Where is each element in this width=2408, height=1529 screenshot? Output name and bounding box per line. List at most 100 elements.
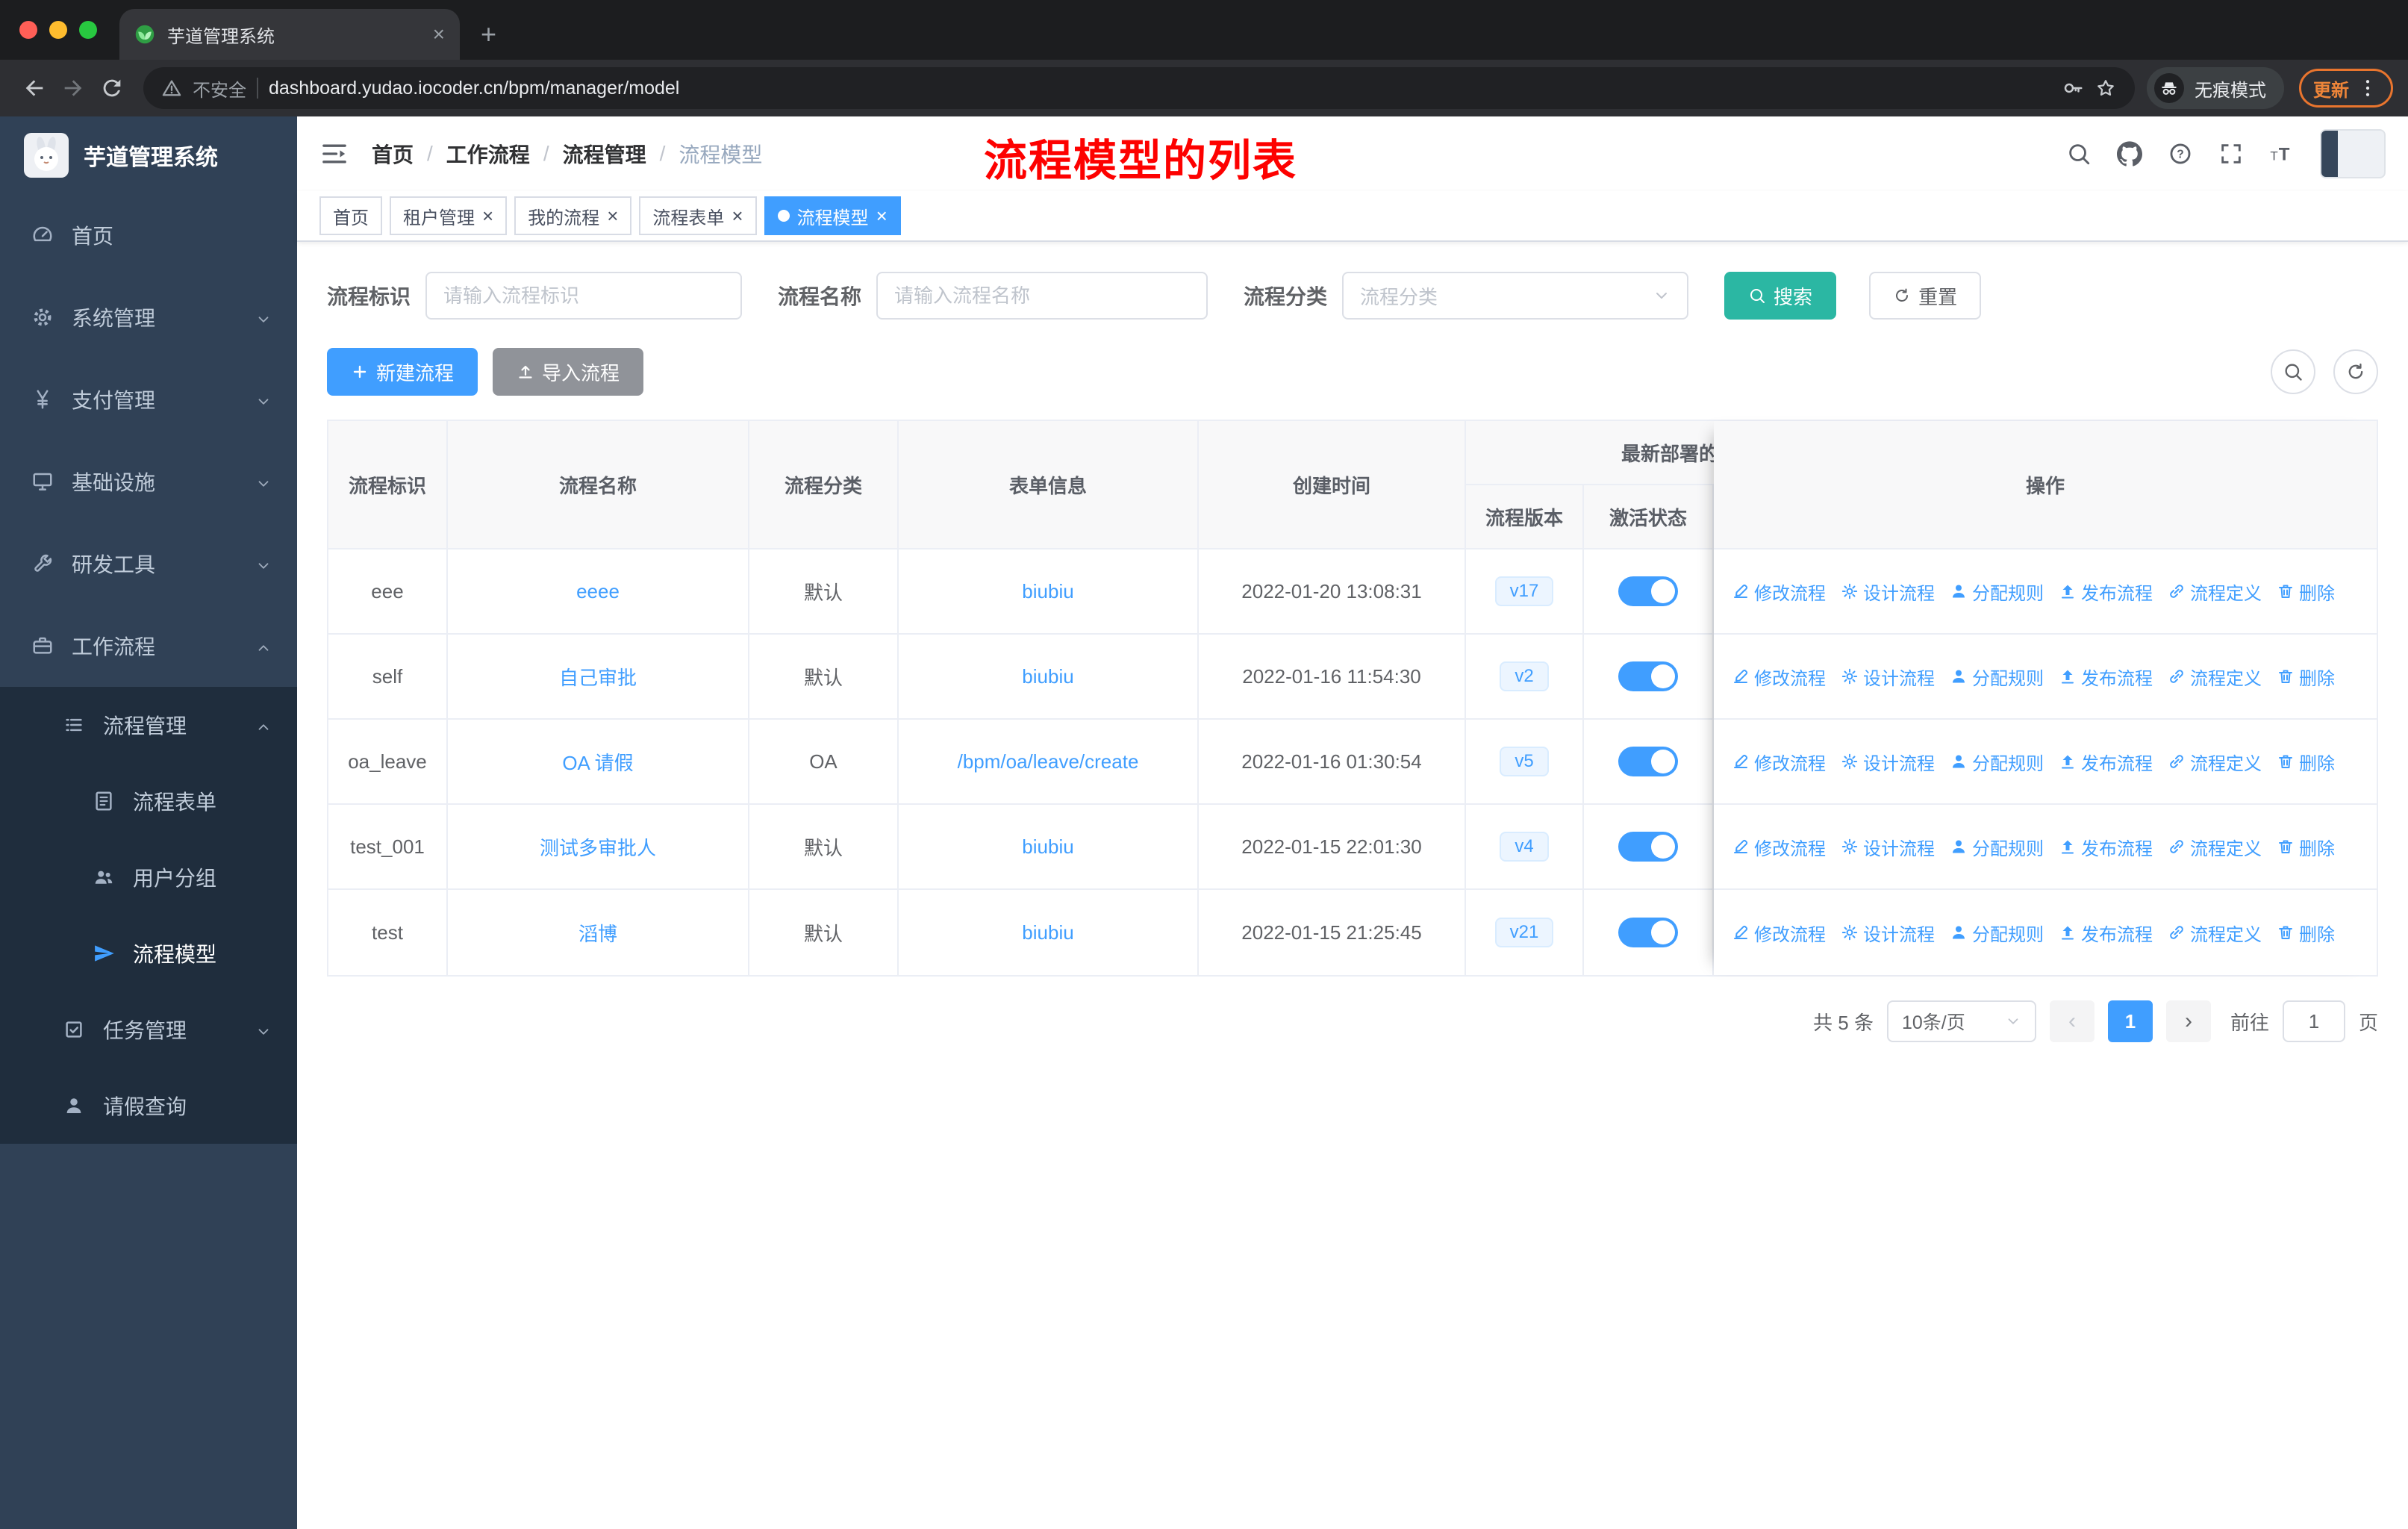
sidebar-item[interactable]: 请假查询 (0, 1068, 297, 1144)
form-link[interactable]: biubiu (1022, 580, 1073, 603)
tag-item[interactable]: 流程模型 × (764, 196, 901, 235)
create-process-button[interactable]: 新建流程 (327, 348, 478, 396)
category-select[interactable]: 流程分类 (1342, 272, 1689, 320)
action-design[interactable]: 设计流程 (1841, 664, 1935, 690)
active-toggle[interactable] (1618, 918, 1678, 947)
refresh-table-button[interactable] (2333, 349, 2378, 394)
action-assign[interactable]: 分配规则 (1950, 664, 2044, 690)
action-publish[interactable]: 发布流程 (2059, 920, 2153, 946)
reload-button[interactable] (93, 69, 131, 108)
sidebar-item[interactable]: 支付管理 (0, 358, 297, 440)
action-delete[interactable]: 删除 (2277, 664, 2335, 690)
help-icon[interactable]: ? (2168, 141, 2193, 166)
sidebar-toggle-button[interactable] (319, 139, 349, 169)
action-edit[interactable]: 修改流程 (1732, 579, 1826, 605)
tag-close-icon[interactable]: × (876, 206, 888, 225)
action-publish[interactable]: 发布流程 (2059, 834, 2153, 860)
window-minimize-button[interactable] (49, 21, 67, 39)
active-toggle[interactable] (1618, 832, 1678, 862)
fullscreen-icon[interactable] (2218, 141, 2244, 166)
breadcrumb-item[interactable]: 流程管理 (563, 139, 646, 169)
tag-item[interactable]: 流程表单 × (639, 196, 757, 235)
tag-item[interactable]: 我的流程 × (514, 196, 632, 235)
action-assign[interactable]: 分配规则 (1950, 834, 2044, 860)
process-name-input[interactable] (876, 272, 1208, 320)
sidebar-item[interactable]: 流程模型 (0, 915, 297, 991)
action-edit[interactable]: 修改流程 (1732, 834, 1826, 860)
forward-button[interactable] (54, 69, 93, 108)
process-name-link[interactable]: eeee (576, 580, 620, 603)
sidebar-item[interactable]: 研发工具 (0, 523, 297, 605)
header-search-button[interactable] (2066, 141, 2092, 166)
sidebar-item[interactable]: 工作流程 (0, 605, 297, 687)
action-design[interactable]: 设计流程 (1841, 749, 1935, 775)
tag-close-icon[interactable]: × (607, 206, 618, 225)
back-button[interactable] (15, 69, 54, 108)
action-publish[interactable]: 发布流程 (2059, 579, 2153, 605)
action-definition[interactable]: 流程定义 (2168, 834, 2262, 860)
window-close-button[interactable] (19, 21, 37, 39)
action-delete[interactable]: 删除 (2277, 834, 2335, 860)
action-delete[interactable]: 删除 (2277, 920, 2335, 946)
action-design[interactable]: 设计流程 (1841, 834, 1935, 860)
tag-item[interactable]: 首页 (319, 196, 382, 235)
breadcrumb-item[interactable]: 首页 (372, 139, 414, 169)
sidebar-item[interactable]: 基础设施 (0, 440, 297, 523)
active-toggle[interactable] (1618, 747, 1678, 776)
process-name-link[interactable]: 自己审批 (559, 663, 637, 691)
browser-update-button[interactable]: 更新 (2299, 69, 2393, 108)
tag-close-icon[interactable]: × (482, 206, 493, 225)
action-edit[interactable]: 修改流程 (1732, 664, 1826, 690)
page-number-1[interactable]: 1 (2107, 1000, 2153, 1042)
process-name-link[interactable]: 测试多审批人 (540, 833, 656, 861)
import-process-button[interactable]: 导入流程 (493, 348, 644, 396)
action-delete[interactable]: 删除 (2277, 579, 2335, 605)
active-toggle[interactable] (1618, 661, 1678, 691)
process-name-link[interactable]: 滔博 (578, 919, 617, 947)
search-button[interactable]: 搜索 (1724, 272, 1837, 320)
sidebar-item[interactable]: 系统管理 (0, 276, 297, 358)
sidebar-item[interactable]: 流程管理 (0, 687, 297, 763)
breadcrumb-item[interactable]: 工作流程 (446, 139, 530, 169)
user-avatar[interactable] (2320, 129, 2386, 178)
action-definition[interactable]: 流程定义 (2168, 664, 2262, 690)
next-page-button[interactable]: › (2165, 1000, 2211, 1042)
tag-item[interactable]: 租户管理 × (390, 196, 508, 235)
font-size-icon[interactable]: TT (2269, 141, 2295, 166)
action-edit[interactable]: 修改流程 (1732, 749, 1826, 775)
reset-button[interactable]: 重置 (1869, 272, 1982, 320)
action-assign[interactable]: 分配规则 (1950, 920, 2044, 946)
action-definition[interactable]: 流程定义 (2168, 920, 2262, 946)
action-assign[interactable]: 分配规则 (1950, 579, 2044, 605)
tag-close-icon[interactable]: × (732, 206, 743, 225)
tab-close-icon[interactable]: × (433, 22, 445, 46)
browser-tab[interactable]: 芋道管理系统 × (119, 9, 460, 60)
address-bar[interactable]: 不安全 dashboard.yudao.iocoder.cn/bpm/manag… (143, 67, 2135, 109)
github-icon[interactable] (2117, 141, 2142, 166)
menu-dots-icon[interactable] (2356, 77, 2379, 99)
prev-page-button[interactable]: ‹ (2049, 1000, 2094, 1042)
page-size-select[interactable]: 10条/页 (1886, 1000, 2036, 1042)
action-edit[interactable]: 修改流程 (1732, 920, 1826, 946)
action-publish[interactable]: 发布流程 (2059, 664, 2153, 690)
sidebar-item[interactable]: 首页 (0, 194, 297, 276)
action-design[interactable]: 设计流程 (1841, 579, 1935, 605)
action-delete[interactable]: 删除 (2277, 749, 2335, 775)
form-link[interactable]: /bpm/oa/leave/create (958, 750, 1139, 773)
action-definition[interactable]: 流程定义 (2168, 749, 2262, 775)
action-assign[interactable]: 分配规则 (1950, 749, 2044, 775)
process-name-link[interactable]: OA 请假 (562, 748, 633, 776)
form-link[interactable]: biubiu (1022, 835, 1073, 859)
action-publish[interactable]: 发布流程 (2059, 749, 2153, 775)
key-icon[interactable] (2062, 77, 2084, 99)
bookmark-star-icon[interactable] (2094, 77, 2117, 99)
sidebar-item[interactable]: 任务管理 (0, 991, 297, 1068)
new-tab-button[interactable]: + (481, 21, 496, 48)
sidebar-item[interactable]: 用户分组 (0, 839, 297, 915)
window-zoom-button[interactable] (79, 21, 97, 39)
action-definition[interactable]: 流程定义 (2168, 579, 2262, 605)
process-key-input[interactable] (425, 272, 743, 320)
form-link[interactable]: biubiu (1022, 665, 1073, 688)
sidebar-item[interactable]: 流程表单 (0, 763, 297, 839)
goto-page-input[interactable] (2282, 1000, 2345, 1042)
